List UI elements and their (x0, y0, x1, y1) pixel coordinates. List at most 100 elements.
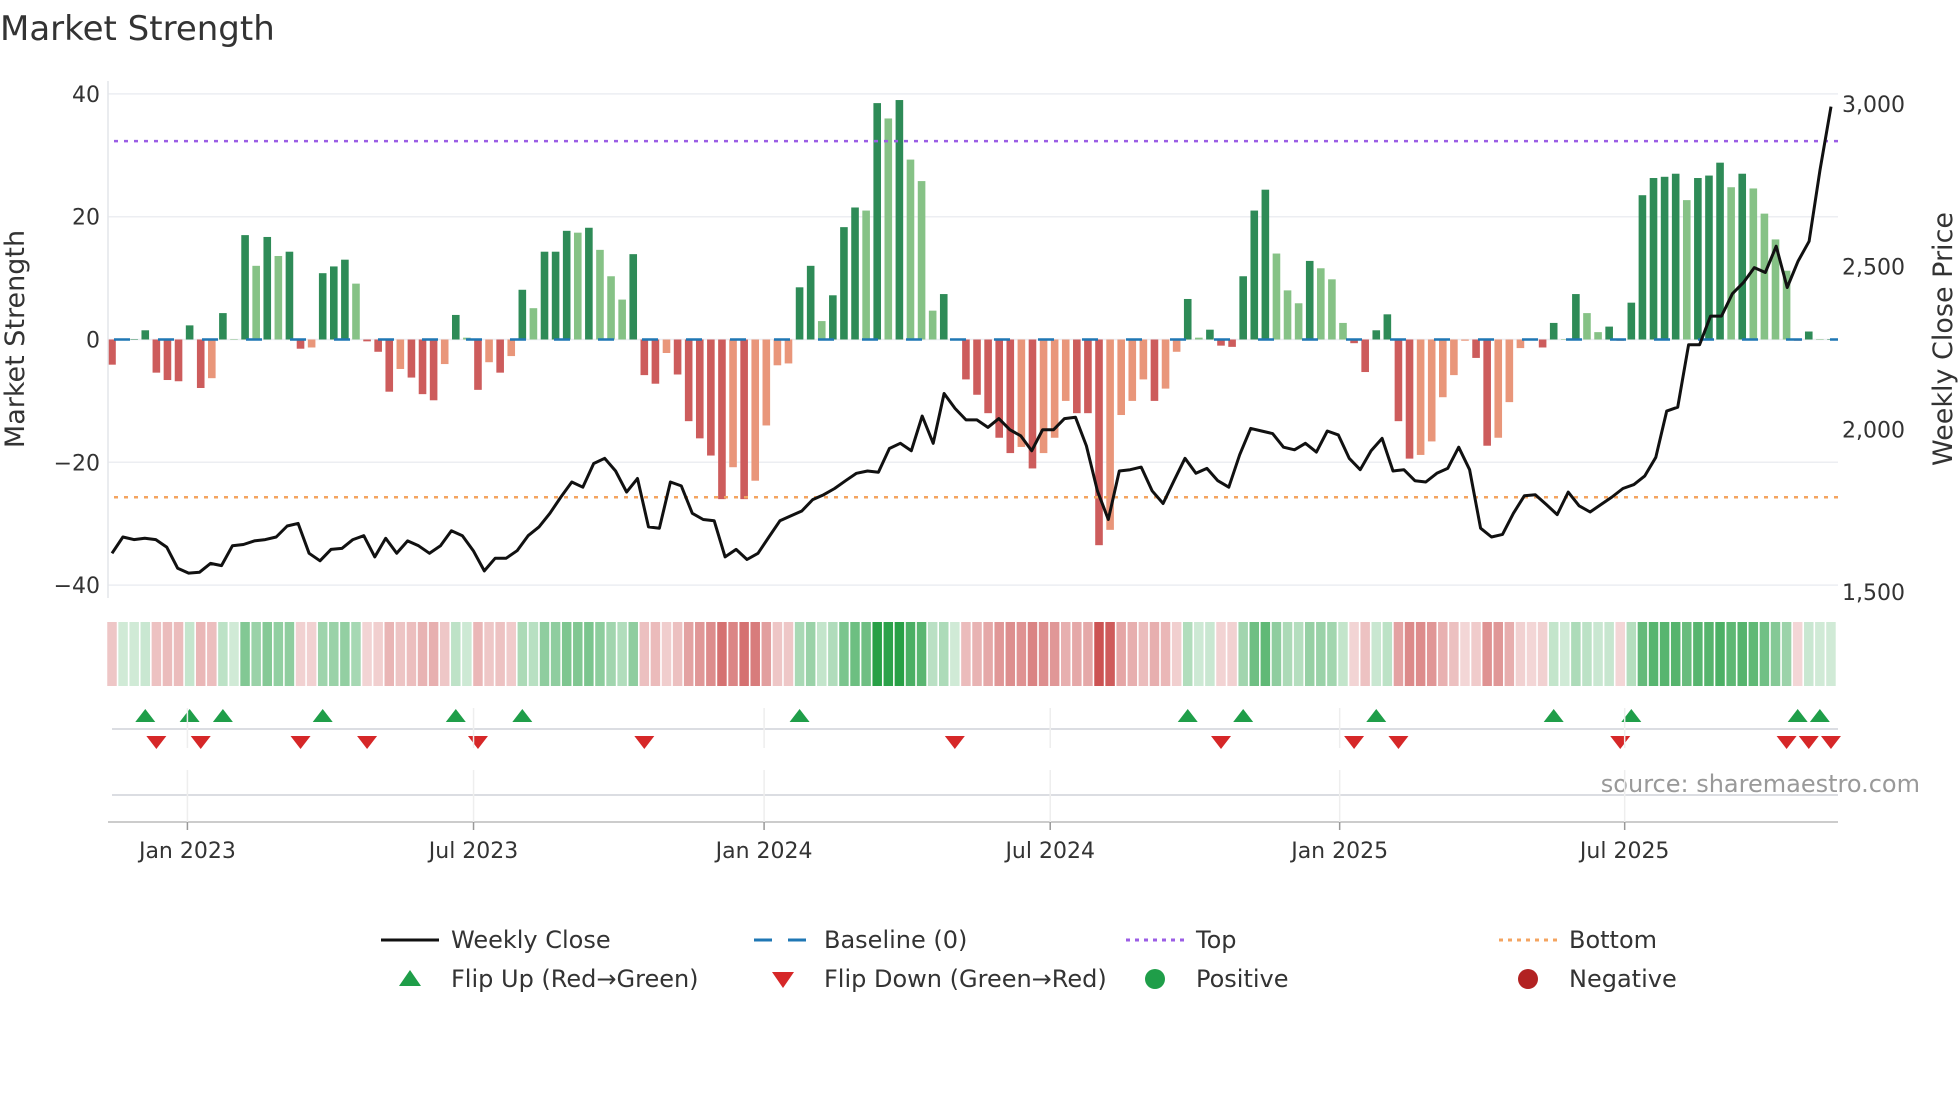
strength-bar (418, 339, 427, 395)
strength-bar (352, 283, 360, 340)
strip-cell (284, 622, 295, 686)
strip-cell (1249, 622, 1260, 686)
strength-bar (451, 314, 460, 340)
legend-triangle-down-icon (772, 972, 794, 988)
strip-cell (506, 622, 516, 686)
strength-bar (851, 207, 859, 340)
strength-bar (1505, 339, 1514, 403)
strength-bar (507, 339, 516, 357)
y-tick-label: −40 (54, 574, 100, 599)
strength-bar (917, 181, 926, 340)
strength-bar (1405, 339, 1414, 459)
strength-bar (1483, 339, 1491, 446)
strength-bar (1261, 189, 1270, 340)
strength-bar (274, 255, 283, 340)
strength-bar (1516, 339, 1525, 349)
strip-cell (994, 622, 1004, 686)
strength-bar (1450, 339, 1458, 376)
strip-cell (672, 622, 683, 686)
strength-bar (962, 339, 970, 380)
strip-cell (1415, 622, 1426, 686)
x-tick-label: Jan 2024 (714, 839, 813, 864)
strength-bar (1305, 260, 1314, 340)
legend-label: Baseline (0) (824, 926, 967, 954)
strength-bar (573, 232, 582, 340)
x-tick-label: Jan 2023 (137, 839, 236, 864)
strip-cell (1560, 622, 1570, 686)
strength-bar (1804, 331, 1813, 340)
flip-down-marker (357, 736, 378, 749)
strip-cell (861, 622, 871, 686)
strength-bar (363, 339, 371, 342)
strip-cell (1693, 622, 1703, 686)
strength-bar (230, 339, 238, 340)
strength-bar (862, 210, 870, 340)
strength-bar (1117, 339, 1125, 416)
strip-cell (1582, 622, 1592, 686)
strip-cell (1316, 622, 1326, 686)
strength-bar (984, 339, 992, 414)
strip-cell (1659, 622, 1670, 686)
strength-bar (407, 339, 416, 378)
strength-bar (185, 325, 194, 340)
strip-cell (329, 622, 339, 686)
strength-bar (163, 339, 172, 381)
strip-cell (1593, 622, 1603, 686)
strength-bar (607, 276, 615, 340)
strip-cell (1360, 622, 1370, 686)
strength-bar (873, 103, 882, 340)
flip-up-marker (445, 709, 466, 722)
legend-label: Flip Up (Red→Green) (451, 965, 699, 993)
strength-bar (141, 330, 150, 340)
flip-down-marker (190, 736, 211, 749)
strip-cell (905, 622, 916, 686)
strip-cell (1138, 622, 1149, 686)
x-tick-label: Jul 2025 (1578, 839, 1670, 864)
strength-bar (906, 159, 915, 340)
legend-label: Positive (1196, 965, 1289, 993)
flip-up-marker (179, 709, 200, 722)
strip-cell (1781, 622, 1792, 686)
strength-bar (1050, 339, 1059, 438)
strip-cell (1271, 622, 1282, 686)
strip-cell (295, 622, 306, 686)
strip-cell (107, 622, 117, 686)
strength-bar (1372, 330, 1381, 340)
market-strength-chart: Market Strength Market Strength Weekly C… (0, 9, 1959, 993)
strength-bar (1461, 339, 1469, 341)
strength-bar (385, 339, 394, 392)
strip-cell (595, 622, 605, 686)
strength-bar (1317, 268, 1325, 340)
strength-bar (374, 339, 382, 352)
strength-bar (784, 339, 793, 364)
strip-cell (1537, 622, 1548, 686)
strength-bar (751, 339, 760, 481)
strip-cell (1515, 622, 1526, 686)
strength-bar (806, 265, 815, 340)
strip-cell (195, 622, 206, 686)
y-tick-label: 0 (86, 329, 100, 354)
strength-bar (1073, 339, 1081, 414)
strength-bar (485, 339, 493, 363)
flip-up-marker (789, 709, 810, 722)
strip-cell (1482, 622, 1492, 686)
strip-cell (1338, 622, 1348, 686)
strip-cell (207, 622, 217, 686)
strength-bar (307, 339, 316, 348)
strip-cell (1504, 622, 1515, 686)
strip-cell (495, 622, 505, 686)
strength-bar (928, 310, 937, 340)
strip-cell (1227, 622, 1237, 686)
strength-bar (1727, 187, 1735, 340)
strip-cell (1083, 622, 1093, 686)
strip-cell (340, 622, 350, 686)
strength-bar (285, 251, 294, 340)
legend-label: Bottom (1569, 926, 1657, 954)
y2-axis-label: Weekly Close Price (1928, 212, 1959, 466)
strip-cell (1160, 622, 1171, 686)
strip-cell (1238, 622, 1248, 686)
strip-cell (273, 622, 284, 686)
strip-cell (728, 622, 738, 686)
strip-cell (395, 622, 406, 686)
strength-bar (684, 339, 693, 422)
